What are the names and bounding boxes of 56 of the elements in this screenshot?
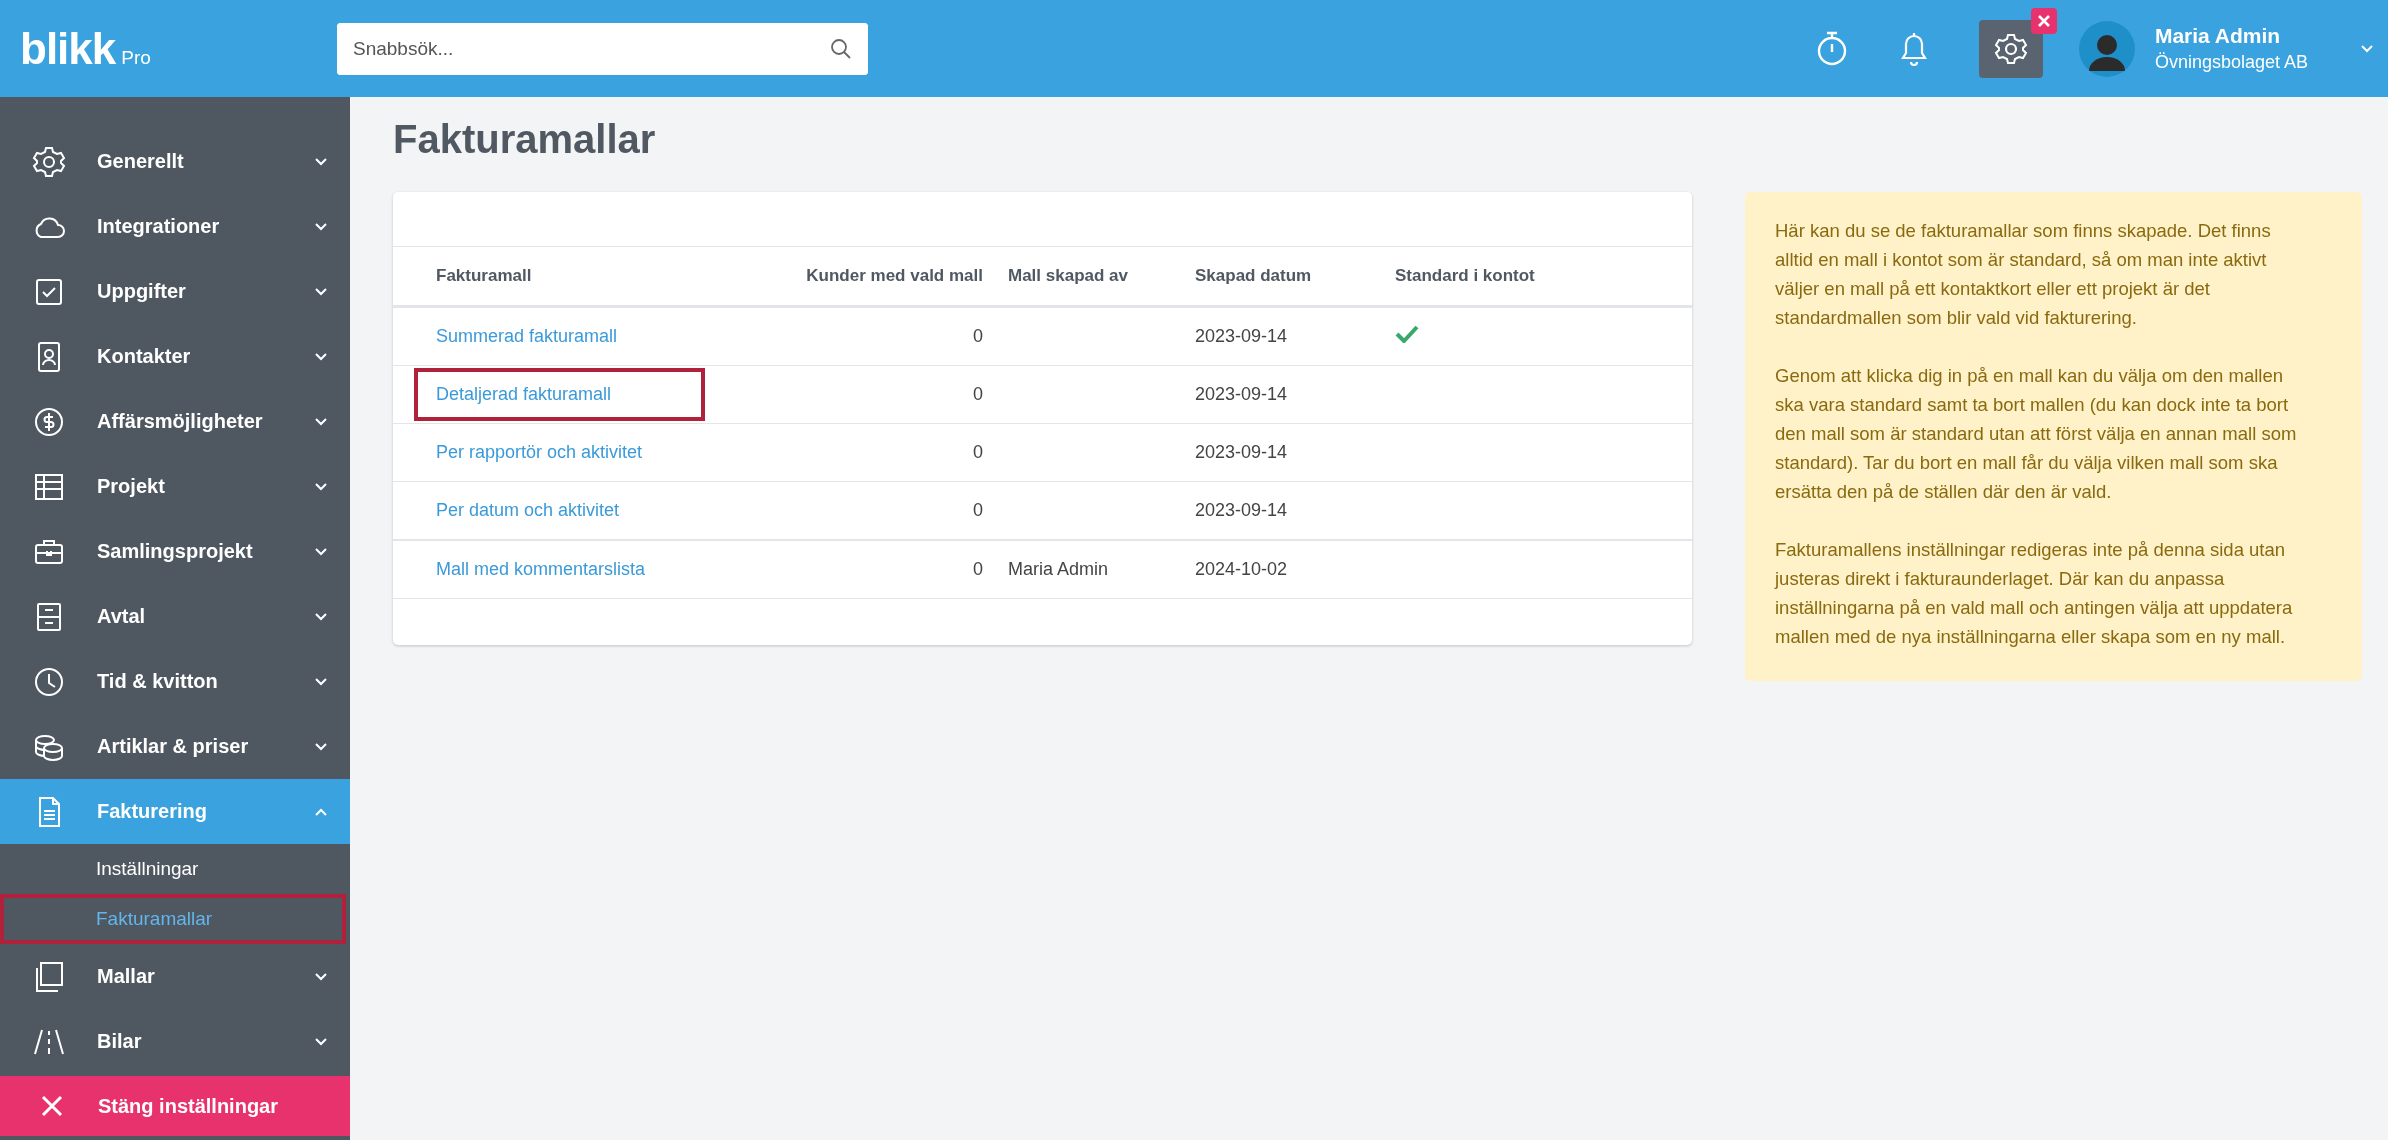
column-header: Kunder med vald mall: [770, 247, 983, 307]
close-settings-button[interactable]: Stäng inställningar: [0, 1076, 350, 1136]
info-paragraph: Genom att klicka dig in på en mall kan du välja om den mallen ska vara standard samt ta bort mallen (du kan dock inte ta bort den mall som är standard utan att först välja en annan mall som standard). Tar du bort en mall får du välja vilken mall som ska ersätta den på de ställen där den är vald.: [1775, 364, 2298, 504]
table-cell: 2023-09-14: [1195, 442, 1288, 462]
table-cell: Maria Admin: [1008, 559, 1109, 579]
table-cell: 2023-09-14: [1195, 500, 1288, 520]
settings-button[interactable]: [1978, 19, 2043, 78]
column-header: Mall skapad av: [983, 247, 1195, 307]
info-paragraph: Här kan du se de fakturamallar som finns skapade. Det finns alltid en mall i kontot som är standard, så om man inte aktivt väljer en mall på ett kontaktkort eller ett projekt är det standardmallen som blir vald vid fakturering.: [1775, 219, 2272, 330]
sidebar-item[interactable]: Mallar: [0, 944, 350, 1009]
close-icon[interactable]: [2030, 7, 2057, 34]
chevron-down-icon: [314, 971, 328, 982]
chevron-down-icon: [314, 741, 328, 752]
gear-icon: [32, 144, 66, 179]
sidebar-item[interactable]: Generellt: [0, 129, 350, 194]
company-name: Övningsbolaget AB: [2154, 52, 2308, 73]
sidebar-item[interactable]: Projekt: [0, 454, 350, 519]
chevron-down-icon: [314, 481, 328, 492]
chevron-down-icon: [314, 416, 328, 427]
page-title: Fakturamallar: [393, 117, 657, 162]
chevron-down-icon: [314, 546, 328, 557]
chevron-down-icon: [314, 286, 328, 297]
sidebar-item[interactable]: Artiklar & priser: [0, 714, 350, 779]
chevron-down-icon[interactable]: [2360, 43, 2374, 54]
sidebar-item[interactable]: Kontakter: [0, 324, 350, 389]
sidebar-item[interactable]: Avtal: [0, 584, 350, 649]
chevron-down-icon: [314, 611, 328, 622]
sidebar-item[interactable]: Tid & kvitton: [0, 649, 350, 714]
table-cell: 0: [973, 442, 983, 462]
chevron-down-icon: [314, 156, 328, 167]
chevron-down-icon: [314, 1036, 328, 1047]
table-cell: 2024-10-02: [1195, 559, 1288, 579]
sidebar-subitem[interactable]: Inställningar: [0, 844, 350, 894]
search-icon: [830, 37, 852, 60]
info-paragraph: Fakturamallens inställningar redigeras inte på denna sida utan justeras direkt i fakturaunderlaget. Där kan du anpassa inställningarna på en vald mall och antingen välja att uppdatera mallen med de nya inställningarna eller skapa som en ny mall.: [1775, 538, 2294, 649]
sidebar-item[interactable]: Integrationer: [0, 194, 350, 259]
column-header: Standard i kontot: [1395, 247, 1692, 307]
table-cell: 0: [973, 559, 983, 579]
chevron-down-icon: [314, 351, 328, 362]
table-cell: 2023-09-14: [1195, 384, 1288, 404]
sidebar-item[interactable]: Samlingsprojekt: [0, 519, 350, 584]
chevron-down-icon: [314, 221, 328, 232]
column-header: Fakturamall: [393, 247, 770, 307]
sidebar-item[interactable]: Bilar: [0, 1009, 350, 1074]
column-header: Skapad datum: [1195, 247, 1395, 307]
chevron-down-icon: [314, 676, 328, 687]
close-icon: [40, 1094, 64, 1118]
table-cell: 0: [973, 326, 983, 346]
sidebar-item[interactable]: Affärsmöjligheter: [0, 389, 350, 454]
sidebar-item[interactable]: Uppgifter: [0, 259, 350, 324]
search-field[interactable]: Snabbsök...: [337, 22, 868, 75]
avatar-icon[interactable]: [2078, 20, 2135, 77]
table-cell: 0: [973, 384, 983, 404]
table-cell: 0: [973, 500, 983, 520]
table-cell: 2023-09-14: [1195, 326, 1288, 346]
chevron-up-icon: [314, 806, 328, 817]
